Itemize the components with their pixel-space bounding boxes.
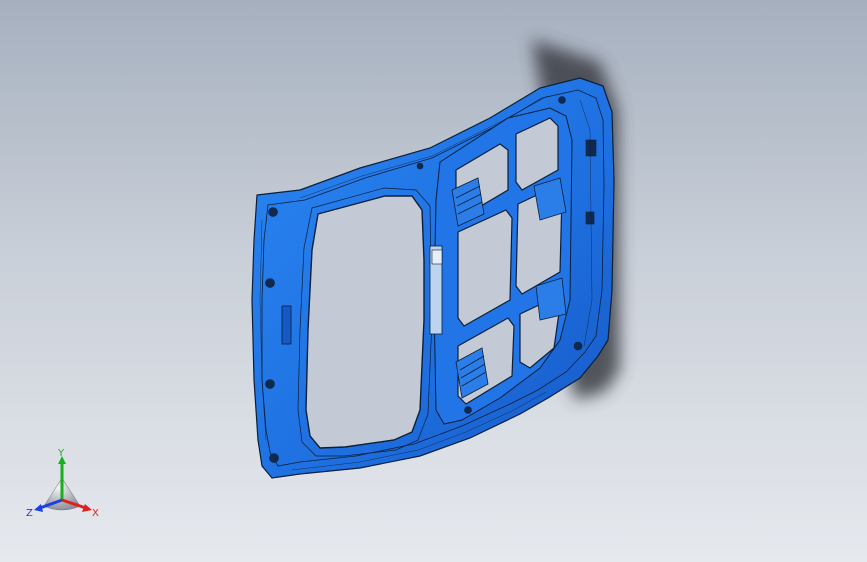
handle-slot	[281, 305, 292, 345]
triad-x-arrow	[82, 504, 92, 512]
hole-6	[573, 341, 583, 351]
triad-x-label: X	[92, 508, 99, 519]
bracket-right-lower	[535, 277, 567, 321]
window-opening[interactable]	[305, 195, 425, 449]
latch-clip	[431, 249, 443, 265]
slot-upper	[585, 139, 597, 157]
hole-5	[558, 96, 566, 104]
hole-2	[265, 278, 275, 288]
hole-1	[268, 207, 278, 217]
hole-7	[464, 406, 472, 414]
graphics-viewport[interactable]: Y X Z	[0, 0, 867, 562]
bracket-right-upper	[533, 177, 567, 221]
triad-z-arrow	[34, 504, 43, 512]
hole-8	[416, 162, 424, 170]
triad-y-label: Y	[57, 448, 65, 459]
slot-mid	[585, 211, 595, 225]
hole-3	[265, 379, 275, 389]
orientation-triad[interactable]: Y X Z	[24, 448, 104, 528]
hole-4	[269, 453, 279, 463]
cad-model[interactable]	[0, 0, 867, 562]
triad-z-label: Z	[26, 508, 33, 519]
